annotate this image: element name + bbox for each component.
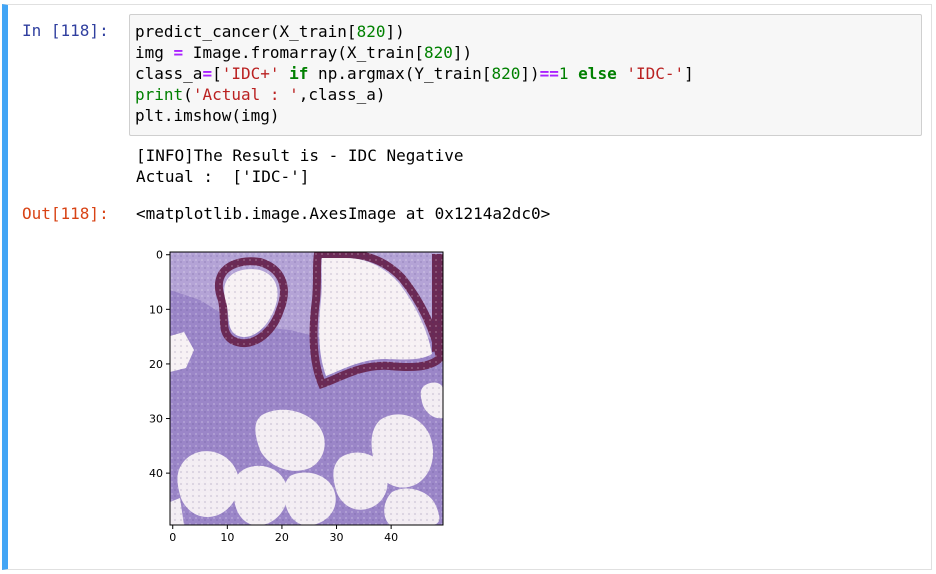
y-tick-label: 30 <box>149 413 163 426</box>
stream-line-2: Actual : ['IDC-'] <box>136 167 310 186</box>
code-line-3: class_a=['IDC+' if np.argmax(Y_train[820… <box>135 64 694 83</box>
stream-line-1: [INFO]The Result is - IDC Negative <box>136 146 464 165</box>
image-plot: 0 10 20 30 40 0 10 20 30 40 <box>140 240 460 554</box>
code-line-1: predict_cancer(X_train[820]) <box>135 22 405 41</box>
texture-overlay <box>170 252 443 525</box>
input-prompt: In [118]: <box>22 21 109 40</box>
y-axis: 0 10 20 30 40 <box>149 249 170 480</box>
x-tick-label: 40 <box>384 531 398 544</box>
y-tick-label: 0 <box>156 249 163 262</box>
plot-svg: 0 10 20 30 40 0 10 20 30 40 <box>149 249 444 544</box>
code-line-5: plt.imshow(img) <box>135 106 280 125</box>
code-text[interactable]: predict_cancer(X_train[820]) img = Image… <box>135 21 694 126</box>
code-line-2: img = Image.fromarray(X_train[820]) <box>135 43 473 62</box>
x-tick-label: 30 <box>330 531 344 544</box>
code-editor[interactable]: predict_cancer(X_train[820]) img = Image… <box>129 14 922 136</box>
x-axis: 0 10 20 30 40 <box>169 525 398 544</box>
tissue-image <box>170 252 443 525</box>
y-tick-label: 40 <box>149 467 163 480</box>
code-line-4: print('Actual : ',class_a) <box>135 85 386 104</box>
y-tick-label: 20 <box>149 358 163 371</box>
x-tick-label: 0 <box>169 531 176 544</box>
y-tick-label: 10 <box>149 303 163 316</box>
result-text: <matplotlib.image.AxesImage at 0x1214a2d… <box>136 204 551 223</box>
x-tick-label: 20 <box>275 531 289 544</box>
x-tick-label: 10 <box>220 531 234 544</box>
output-prompt: Out[118]: <box>22 204 109 223</box>
stream-output: [INFO]The Result is - IDC Negative Actua… <box>136 145 464 187</box>
